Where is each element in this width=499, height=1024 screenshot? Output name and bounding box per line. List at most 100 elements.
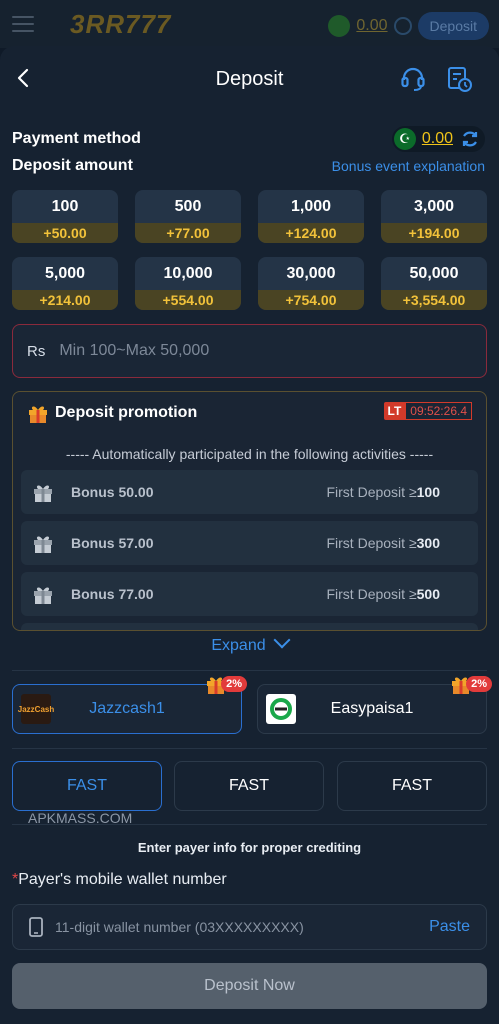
refresh-icon[interactable] [459, 128, 481, 150]
gift-icon [34, 587, 52, 604]
chevron-down-icon [273, 631, 291, 649]
amount-option[interactable]: 3,000 +194.00 [381, 190, 487, 243]
promotion-bonus: Bonus 50.00 [71, 484, 154, 500]
condition-threshold: 100 [416, 484, 440, 500]
promotion-header: Deposit promotion [27, 402, 197, 424]
speed-option[interactable]: FAST [337, 761, 487, 811]
amount-option[interactable]: 50,000 +3,554.00 [381, 257, 487, 310]
amount-options: 100 +50.00 500 +77.00 1,000 +124.00 3,000 +1… [12, 190, 487, 310]
condition-threshold: 500 [416, 586, 440, 602]
promotion-title: Deposit promotion [55, 404, 198, 421]
amount-value: 10,000 [163, 265, 213, 282]
condition-text: First Deposit ≥ [326, 535, 417, 551]
channel-name: Jazzcash1 [89, 700, 165, 717]
channel-bonus-badge: 2% [205, 673, 247, 695]
promotion-condition: First Deposit ≥300 [326, 535, 440, 551]
deposit-history-icon[interactable] [445, 65, 473, 93]
amount-value: 1,000 [290, 198, 332, 215]
promotion-condition: First Deposit ≥100 [326, 484, 440, 500]
payer-label-text: Payer's mobile wallet number [18, 871, 227, 888]
gift-icon [29, 406, 47, 423]
currency-label: Rs [27, 342, 46, 360]
divider [12, 670, 487, 671]
promotion-condition: First Deposit ≥500 [326, 586, 440, 602]
easypaisa-logo [266, 694, 296, 724]
app-header-right: 0.00 Deposit [328, 12, 489, 40]
app-logo: 3RR777 [70, 8, 172, 39]
channel-jazzcash[interactable]: JazzCash Jazzcash1 2% [12, 676, 247, 734]
promotion-item-partial [21, 623, 478, 630]
amount-field[interactable]: Rs [12, 324, 487, 378]
speed-option[interactable]: FAST [174, 761, 324, 811]
auto-participation-text: ----- Automatically participated in the … [65, 446, 434, 462]
refresh-icon [393, 17, 412, 35]
bonus-percent: 2% [221, 676, 247, 692]
condition-text: First Deposit ≥ [326, 484, 417, 500]
wallet-balance: ☪ 0.00 [391, 126, 485, 152]
amount-value: 5,000 [44, 265, 86, 282]
promotion-item: Bonus 50.00 First Deposit ≥100 [21, 470, 478, 514]
channel-name: Easypaisa1 [330, 700, 414, 717]
app-header: 3RR777 0.00 Deposit [0, 0, 499, 48]
expand-button[interactable]: Expand [0, 631, 499, 655]
condition-threshold: 300 [416, 535, 440, 551]
speed-option[interactable]: FAST [12, 761, 162, 811]
top-bar: Deposit [0, 46, 499, 112]
pakistan-flag-icon [328, 15, 351, 37]
divider [12, 824, 487, 825]
pakistan-flag-icon: ☪ [393, 128, 416, 150]
header-deposit-button: Deposit [417, 12, 489, 40]
wallet-number-field[interactable]: Paste [12, 904, 487, 950]
paste-button[interactable]: Paste [429, 918, 470, 936]
header-balance: 0.00 [356, 17, 388, 34]
wallet-balance-value: 0.00 [421, 130, 453, 147]
bonus-percent: 2% [466, 676, 492, 692]
jazzcash-logo-text: JazzCash [17, 704, 55, 714]
promotion-list: Bonus 50.00 First Deposit ≥100 Bonus 57.… [21, 470, 478, 630]
gift-icon [34, 485, 52, 502]
promotion-bonus: Bonus 77.00 [71, 586, 154, 602]
bonus-event-link[interactable]: Bonus event explanation [332, 158, 485, 174]
channel-easypaisa[interactable]: Easypaisa1 2% [257, 676, 492, 734]
deposit-sheet: Deposit Payment method ☪ 0.00 Deposit am… [0, 46, 499, 1024]
easypaisa-logo-mark [270, 698, 292, 720]
payer-label: *Payer's mobile wallet number [12, 871, 227, 889]
amount-value: 100 [51, 198, 79, 215]
amount-value: 30,000 [286, 265, 336, 282]
amount-bonus: +50.00 [12, 223, 118, 243]
jazzcash-logo: JazzCash [17, 694, 55, 724]
amount-value: 50,000 [409, 265, 459, 282]
phone-icon [29, 917, 43, 937]
condition-text: First Deposit ≥ [326, 586, 417, 602]
amount-bonus: +554.00 [135, 290, 241, 310]
expand-label: Expand [211, 637, 266, 654]
amount-input[interactable] [59, 342, 440, 360]
amount-bonus: +194.00 [381, 223, 487, 243]
amount-bonus: +124.00 [258, 223, 364, 243]
wallet-number-input[interactable] [55, 919, 415, 935]
amount-option[interactable]: 10,000 +554.00 [135, 257, 241, 310]
promotion-bonus: Bonus 57.00 [71, 535, 154, 551]
deposit-now-button[interactable]: Deposit Now [12, 963, 487, 1009]
promotion-item: Bonus 57.00 First Deposit ≥300 [21, 521, 478, 565]
countdown-timer: 09:52:26.4 [405, 402, 472, 420]
amount-bonus: +3,554.00 [381, 290, 487, 310]
amount-value: 3,000 [413, 198, 455, 215]
amount-option[interactable]: 5,000 +214.00 [12, 257, 118, 310]
channel-bonus-badge: 2% [450, 673, 492, 695]
amount-option[interactable]: 1,000 +124.00 [258, 190, 364, 243]
divider [12, 748, 487, 749]
amount-option[interactable]: 500 +77.00 [135, 190, 241, 243]
gift-icon [34, 536, 52, 553]
amount-option[interactable]: 100 +50.00 [12, 190, 118, 243]
deposit-amount-label: Deposit amount [12, 157, 133, 174]
payment-method-label: Payment method [12, 130, 141, 147]
payer-hint: Enter payer info for proper crediting [137, 840, 362, 855]
amount-option[interactable]: 30,000 +754.00 [258, 257, 364, 310]
payment-method-row: Payment method ☪ 0.00 [12, 126, 487, 154]
limited-time-badge: LT [383, 402, 406, 420]
amount-bonus: +214.00 [12, 290, 118, 310]
customer-service-icon[interactable] [399, 65, 427, 93]
deposit-promotion-panel: Deposit promotion LT 09:52:26.4 ----- Au… [12, 391, 487, 631]
menu-icon [12, 16, 34, 32]
